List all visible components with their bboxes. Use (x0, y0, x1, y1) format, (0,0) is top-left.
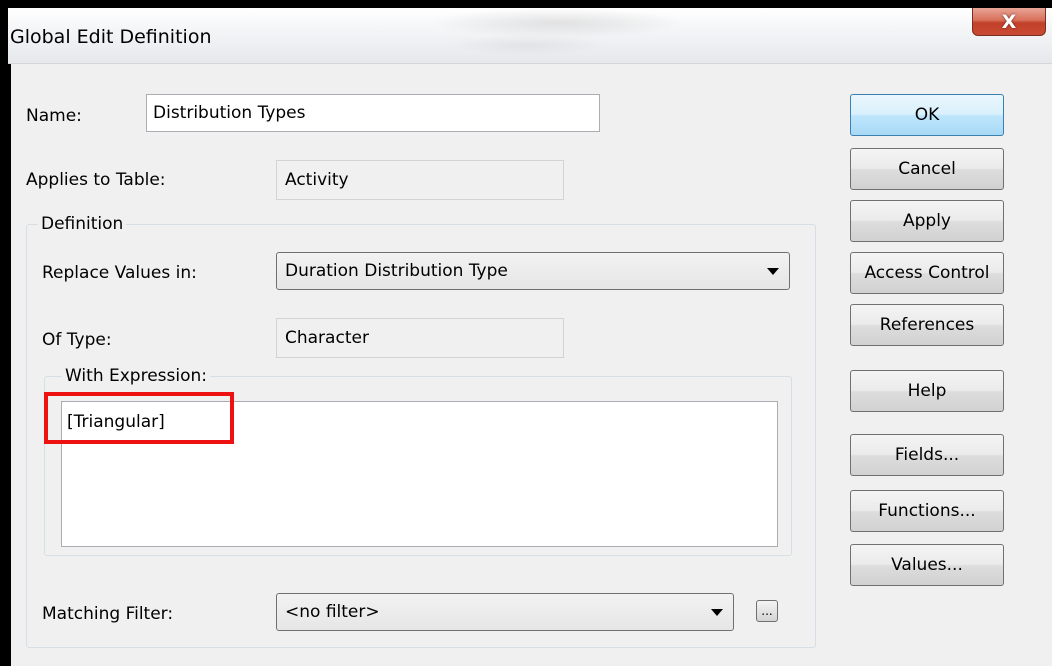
applies-to-value-field: Activity (276, 160, 564, 200)
dialog-title: Global Edit Definition (10, 26, 212, 48)
applies-to-value: Activity (285, 170, 349, 190)
title-bar[interactable]: Global Edit Definition X (8, 8, 1052, 64)
close-button[interactable]: X (972, 8, 1046, 36)
matching-filter-label: Matching Filter: (42, 604, 174, 624)
ok-button[interactable]: OK (850, 94, 1004, 136)
expression-caption: With Expression: (62, 366, 211, 386)
replace-values-label: Replace Values in: (42, 263, 197, 283)
name-input[interactable]: Distribution Types (146, 94, 600, 132)
applies-to-label: Applies to Table: (26, 170, 166, 190)
chevron-down-icon (711, 609, 723, 616)
title-bar-blur-2 (448, 34, 608, 56)
matching-filter-selected: <no filter> (285, 602, 380, 622)
values-button[interactable]: Values... (850, 544, 1004, 586)
apply-button-label: Apply (903, 211, 951, 231)
ok-button-label: OK (914, 105, 940, 125)
functions-button[interactable]: Functions... (850, 490, 1004, 532)
dialog-window: Global Edit Definition X Name: Distribut… (8, 8, 1052, 666)
fields-button[interactable]: Fields... (850, 434, 1004, 476)
matching-filter-dropdown[interactable]: <no filter> (276, 593, 734, 631)
values-button-label: Values... (891, 555, 963, 575)
highlight-box (44, 392, 234, 444)
chevron-down-icon (767, 268, 779, 275)
replace-values-selected: Duration Distribution Type (285, 261, 508, 281)
name-label: Name: (26, 106, 82, 126)
help-button[interactable]: Help (850, 370, 1004, 412)
references-button[interactable]: References (850, 304, 1004, 346)
definition-caption: Definition (38, 214, 127, 234)
cancel-button[interactable]: Cancel (850, 148, 1004, 190)
access-control-button[interactable]: Access Control (850, 252, 1004, 294)
functions-button-label: Functions... (878, 501, 976, 521)
help-button-label: Help (907, 381, 947, 401)
ellipsis-icon: ... (761, 604, 773, 618)
of-type-label: Of Type: (42, 330, 112, 350)
apply-button[interactable]: Apply (850, 200, 1004, 242)
of-type-value-field: Character (276, 318, 564, 358)
access-control-button-label: Access Control (864, 263, 990, 283)
references-button-label: References (879, 315, 975, 335)
name-input-value: Distribution Types (153, 103, 306, 123)
cancel-button-label: Cancel (898, 159, 956, 179)
fields-button-label: Fields... (894, 445, 960, 465)
window-edge (8, 64, 11, 666)
replace-values-dropdown[interactable]: Duration Distribution Type (276, 252, 790, 290)
filter-more-button[interactable]: ... (756, 600, 778, 622)
close-icon: X (1001, 10, 1017, 33)
of-type-value: Character (285, 328, 369, 348)
